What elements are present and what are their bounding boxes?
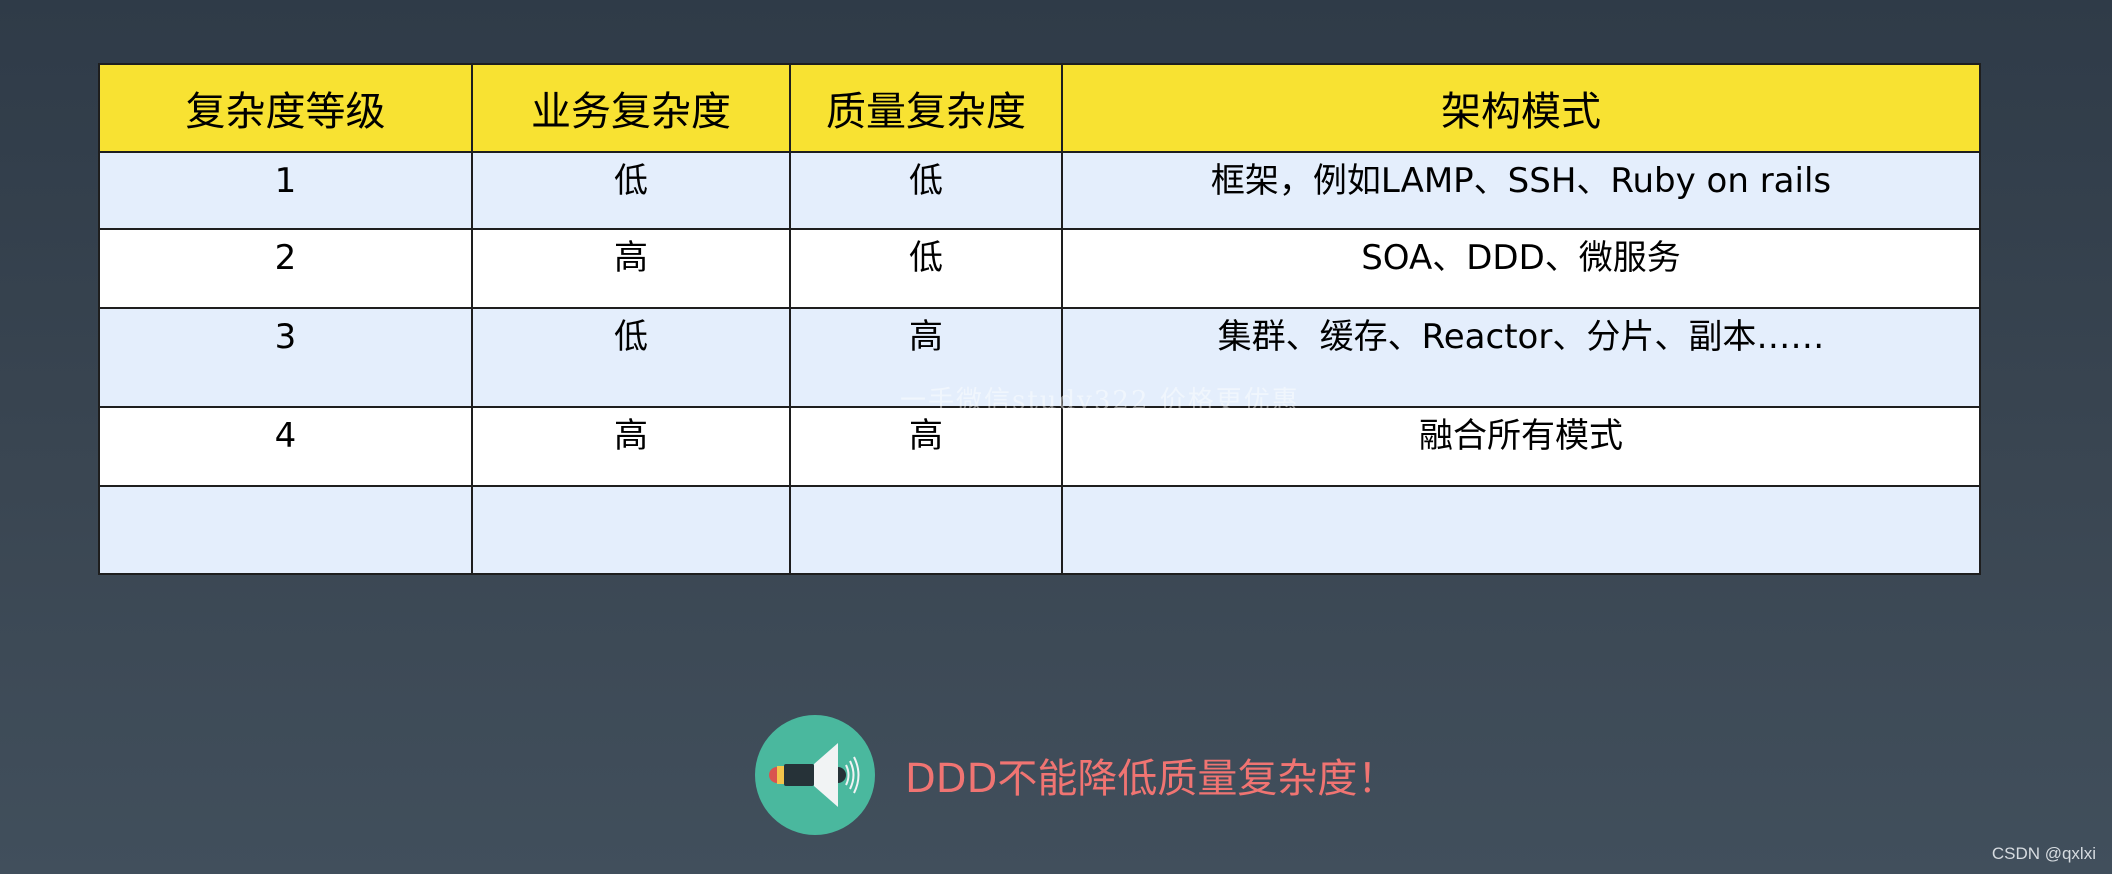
cell-level: 4 <box>98 406 473 487</box>
cell-level: 2 <box>98 228 473 309</box>
table-row: 1 低 低 框架，例如LAMP、SSH、Ruby on rails <box>98 151 1981 230</box>
cell-pattern: SOA、DDD、微服务 <box>1061 228 1981 309</box>
table-row: 2 高 低 SOA、DDD、微服务 <box>98 228 1981 309</box>
callout: DDD不能降低质量复杂度！ <box>755 715 1397 835</box>
cell-business: 低 <box>471 307 791 408</box>
cell-quality: 高 <box>789 307 1063 408</box>
table-row-empty <box>98 485 1981 575</box>
table-row: 4 高 高 融合所有模式 <box>98 406 1981 487</box>
cell-quality: 低 <box>789 228 1063 309</box>
header-quality-complexity: 质量复杂度 <box>789 63 1063 153</box>
table-row: 3 低 高 集群、缓存、Reactor、分片、副本…… <box>98 307 1981 408</box>
cell-business: 高 <box>471 406 791 487</box>
cell-level <box>98 485 473 575</box>
cell-business <box>471 485 791 575</box>
header-business-complexity: 业务复杂度 <box>471 63 791 153</box>
cell-business: 低 <box>471 151 791 230</box>
table-header-row: 复杂度等级 业务复杂度 质量复杂度 架构模式 <box>98 63 1981 153</box>
megaphone-icon <box>755 715 875 835</box>
cell-pattern <box>1061 485 1981 575</box>
cell-quality: 高 <box>789 406 1063 487</box>
cell-quality <box>789 485 1063 575</box>
cell-level: 1 <box>98 151 473 230</box>
cell-pattern: 融合所有模式 <box>1061 406 1981 487</box>
callout-text: DDD不能降低质量复杂度！ <box>905 756 1398 802</box>
cell-level: 3 <box>98 307 473 408</box>
header-architecture-pattern: 架构模式 <box>1061 63 1981 153</box>
cell-pattern: 框架，例如LAMP、SSH、Ruby on rails <box>1061 151 1981 230</box>
architecture-complexity-table: 复杂度等级 业务复杂度 质量复杂度 架构模式 1 低 低 框架，例如LAMP、S… <box>98 63 1981 575</box>
cell-pattern: 集群、缓存、Reactor、分片、副本…… <box>1061 307 1981 408</box>
cell-quality: 低 <box>789 151 1063 230</box>
header-complexity-level: 复杂度等级 <box>98 63 473 153</box>
cell-business: 高 <box>471 228 791 309</box>
csdn-credit: CSDN @qxlxi <box>1991 844 2096 863</box>
